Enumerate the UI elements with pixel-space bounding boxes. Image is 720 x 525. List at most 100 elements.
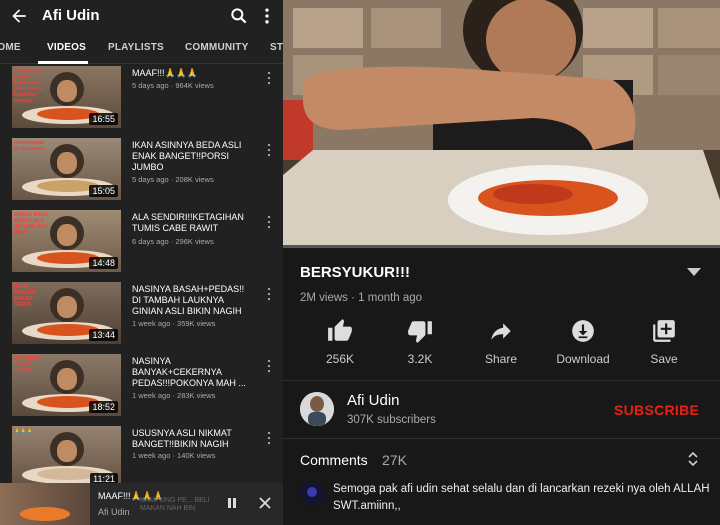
thumbs-up-icon (328, 319, 352, 341)
thumbnail-face (57, 368, 77, 390)
video-title[interactable]: NASINYA BASAH+PEDAS!! DI TAMBAH LAUKNYA … (132, 284, 252, 317)
more-vertical-icon[interactable] (266, 432, 272, 446)
channel-header: Afi Udin (0, 0, 283, 32)
like-button[interactable]: 256K (310, 318, 370, 368)
comments-heading[interactable]: Comments (300, 452, 368, 468)
comments-count: 27K (382, 452, 407, 468)
share-label: Share (484, 352, 518, 366)
commenter-avatar-image (300, 481, 324, 505)
video-meta: 1 week ago · 283K views (132, 391, 216, 400)
video-player[interactable] (283, 0, 720, 248)
more-vertical-icon[interactable] (266, 216, 272, 230)
pause-icon[interactable] (226, 497, 238, 509)
list-item[interactable]: MASAK RAKE MASAK ALA AFI UDIN ASLI BIKIN… (0, 208, 283, 280)
channel-avatar[interactable] (300, 392, 334, 426)
save-button[interactable]: Save (634, 318, 694, 368)
mini-player-overlay: KAMPUNG PE... BELI MAKAN NAH BIN (140, 497, 210, 512)
channel-videos-panel: Afi Udin HOME VIDEOS PLAYLISTS COMMUNITY… (0, 0, 283, 525)
commenter-avatar[interactable] (300, 481, 324, 505)
video-title: BERSYUKUR!!! (300, 264, 410, 281)
list-item[interactable]: nikmatnyaaa ini makanan 15:05 IKAN ASINN… (0, 136, 283, 208)
thumbnail-face (57, 296, 77, 318)
share-button[interactable]: Share (471, 318, 531, 368)
video-title[interactable]: USUSNYA ASLI NIKMAT BANGET!!BIKIN NAGIH (132, 428, 252, 450)
video-meta: 6 days ago · 296K views (132, 237, 214, 246)
channel-tabs: HOME VIDEOS PLAYLISTS COMMUNITY ST (0, 32, 283, 64)
list-item[interactable]: BIKIN PENGEN MAKAN TERUS 13:44 NASINYA B… (0, 280, 283, 352)
thumbnail-caption: BIKIN PENGEN MAKAN TERUS (14, 284, 36, 308)
duration-badge: 13:44 (89, 329, 118, 341)
more-vertical-icon[interactable] (266, 288, 272, 302)
video-thumbnail[interactable]: BIKIN PENGEN MAKAN TERUS 13:44 (12, 282, 121, 344)
thumbs-down-icon (408, 321, 432, 343)
divider (283, 380, 720, 381)
video-thumbnail[interactable]: CEKERNYA JUMBO JUMBO 18:52 (12, 354, 121, 416)
close-icon[interactable] (258, 496, 272, 510)
thumbnail-caption: nikmatnyaaa ini makanan (14, 140, 45, 152)
back-arrow-icon[interactable] (8, 6, 30, 26)
video-progress-bar[interactable] (283, 245, 720, 248)
dislike-count: 3.2K (407, 352, 433, 366)
video-frame (283, 0, 720, 248)
tab-playlists[interactable]: PLAYLISTS (108, 42, 164, 53)
mini-player-thumbnail[interactable] (0, 483, 90, 525)
video-meta: 5 days ago · 208K views (132, 175, 214, 184)
duration-badge: 16:55 (89, 113, 118, 125)
video-meta: 1 week ago · 140K views (132, 451, 216, 460)
tab-home[interactable]: HOME (0, 42, 21, 53)
thumbnail-face (57, 440, 77, 462)
expand-comments-icon[interactable] (688, 450, 698, 468)
thumbnail-face (57, 152, 77, 174)
download-label: Download (556, 352, 610, 366)
subscriber-count: 307K subscribers (347, 414, 436, 426)
watch-panel: BERSYUKUR!!! 2M views · 1 month ago 256K… (283, 0, 720, 525)
video-thumbnail[interactable]: setiap yang punya kekurangan pasti punya… (12, 66, 121, 128)
tab-videos[interactable]: VIDEOS (47, 42, 86, 53)
mini-player-channel: Afi Udin (98, 507, 130, 517)
dislike-button[interactable]: 3.2K (390, 318, 450, 368)
video-thumbnail[interactable]: 🙏🙏🙏 11:21 (12, 426, 121, 488)
list-item[interactable]: setiap yang punya kekurangan pasti punya… (0, 64, 283, 136)
video-title[interactable]: MAAF!!!🙏🙏🙏 (132, 68, 252, 79)
save-label: Save (650, 352, 678, 366)
share-icon (491, 323, 511, 340)
subscribe-button[interactable]: SUBSCRIBE (614, 402, 699, 418)
video-meta: 1 week ago · 359K views (132, 319, 216, 328)
views-and-date: 2M views · 1 month ago (300, 292, 423, 304)
tab-store[interactable]: ST (270, 42, 283, 53)
top-comment-text: Semoga pak afi udin sehat selalu dan di … (333, 483, 710, 512)
more-vertical-icon[interactable] (266, 72, 272, 86)
video-meta: 5 days ago · 964K views (132, 81, 214, 90)
more-vertical-icon[interactable] (266, 360, 272, 374)
channel-name[interactable]: Afi Udin (347, 392, 400, 409)
thumbnail-caption: MASAK RAKE MASAK ALA AFI UDIN ASLI BIKIN (14, 212, 49, 236)
download-button[interactable]: Download (553, 318, 613, 368)
video-title[interactable]: NASINYA BANYAK+CEKERNYA PEDAS!!!POKONYA … (132, 356, 252, 389)
mini-thumbnail-food (20, 507, 70, 521)
list-item[interactable]: CEKERNYA JUMBO JUMBO 18:52 NASINYA BANYA… (0, 352, 283, 424)
save-to-playlist-icon (653, 320, 675, 342)
mini-player[interactable]: MAAF!!!🙏🙏🙏 Afi Udin KAMPUNG PE... BELI M… (0, 483, 283, 525)
duration-badge: 14:48 (89, 257, 118, 269)
avatar-image (300, 392, 334, 426)
expand-description-icon[interactable] (687, 268, 701, 276)
download-icon (572, 320, 594, 342)
video-thumbnail[interactable]: MASAK RAKE MASAK ALA AFI UDIN ASLI BIKIN… (12, 210, 121, 272)
thumbnail-caption: 🙏🙏🙏 (14, 428, 33, 434)
tab-community[interactable]: COMMUNITY (185, 42, 248, 53)
thumbnail-caption: setiap yang punya kekurangan pasti punya… (14, 68, 43, 104)
duration-badge: 18:52 (89, 401, 118, 413)
more-vertical-icon[interactable] (266, 144, 272, 158)
search-icon[interactable] (229, 6, 249, 26)
like-count: 256K (325, 352, 355, 366)
thumbnail-face (57, 224, 77, 246)
divider (283, 438, 720, 439)
video-thumbnail[interactable]: nikmatnyaaa ini makanan 15:05 (12, 138, 121, 200)
thumbnail-caption: CEKERNYA JUMBO JUMBO (14, 356, 42, 374)
video-title[interactable]: IKAN ASINNYA BEDA ASLI ENAK BANGET!!PORS… (132, 140, 252, 173)
duration-badge: 15:05 (89, 185, 118, 197)
thumbnail-face (57, 80, 77, 102)
channel-title: Afi Udin (42, 7, 100, 24)
video-title[interactable]: ALA SENDIRI!!KETAGIHAN TUMIS CABE RAWIT (132, 212, 252, 234)
more-vertical-icon[interactable] (260, 6, 274, 26)
